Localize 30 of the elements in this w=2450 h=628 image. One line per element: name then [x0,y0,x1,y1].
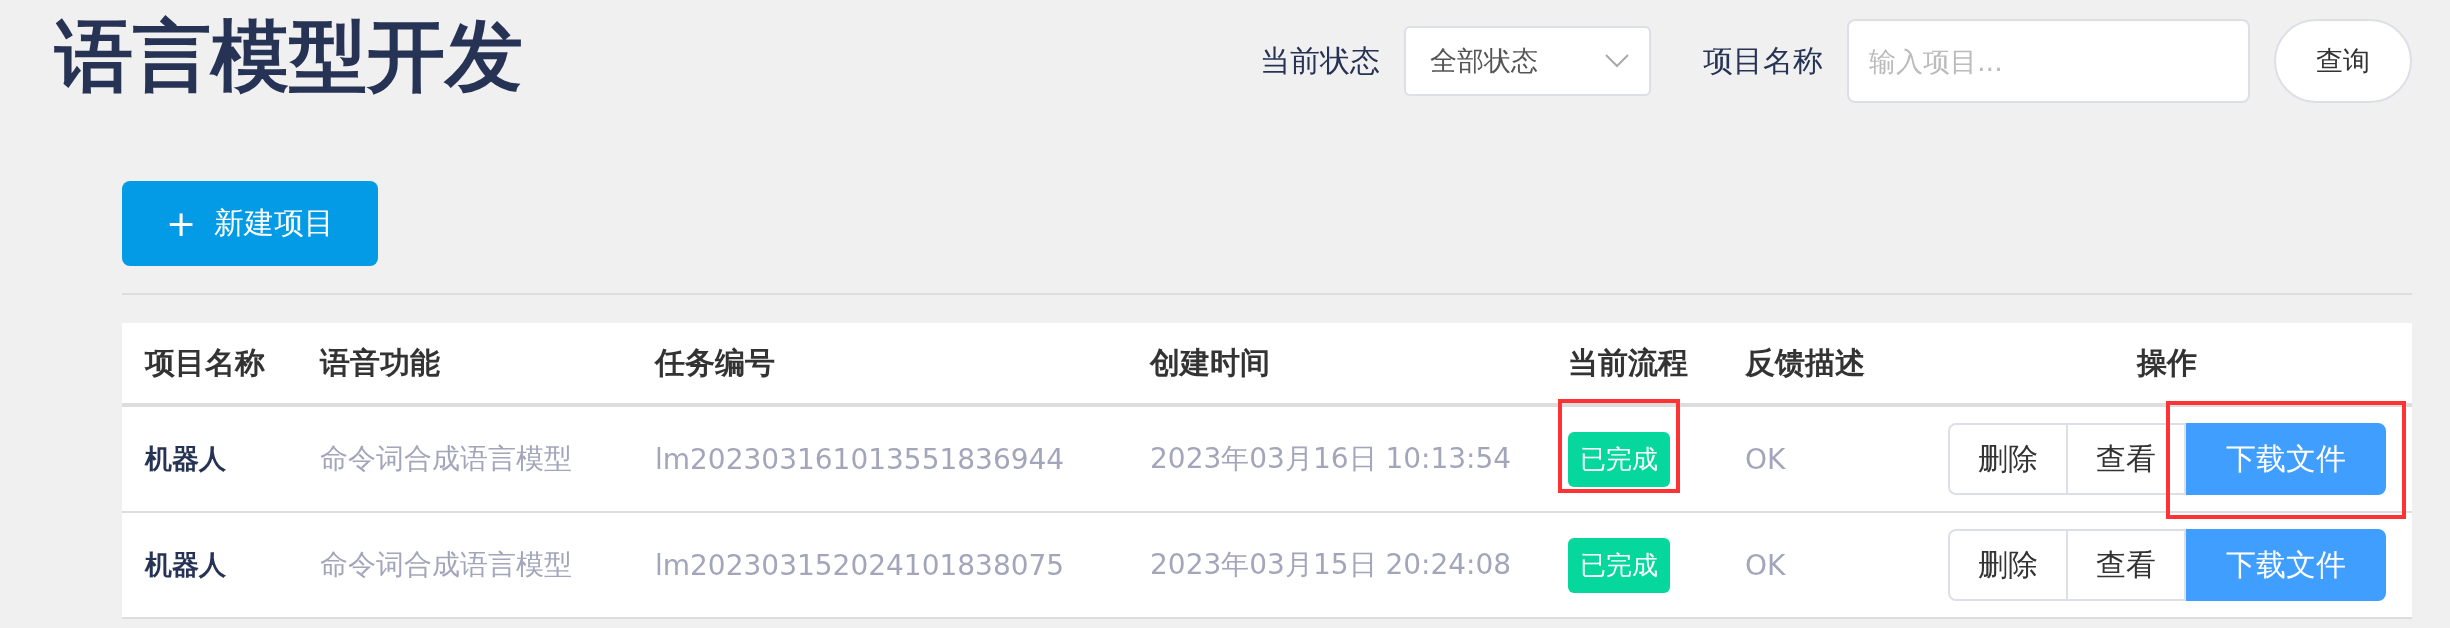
table-cell-text: 命令词合成语言模型 [320,547,573,583]
delete-button[interactable]: 删除 [1948,529,2068,601]
name-label: 项目名称 [1703,41,1823,80]
table-cell-text: lm202303161013551836944 [655,442,1066,476]
page-title: 语言模型开发 [55,10,523,103]
delete-button[interactable]: 删除 [1948,423,2068,495]
view-button[interactable]: 查看 [2068,529,2186,601]
column-header: 反馈描述 [1745,343,1866,382]
table-cell-text: 机器人 [143,442,227,476]
table-cell-text: lm202303152024101838075 [655,548,1066,582]
table-cell-text: OK [1745,548,1787,582]
view-button[interactable]: 查看 [2068,423,2186,495]
table-cell-text: 2023年03月15日 20:24:08 [1150,547,1513,583]
query-button[interactable]: 查询 [2274,19,2412,103]
status-badge: 已完成 [1568,537,1670,593]
project-name-field[interactable]: 输入项目... [1847,19,2250,103]
column-header: 语音功能 [320,343,441,382]
table-cell-text: OK [1745,442,1787,476]
column-header: 任务编号 [655,343,776,382]
table-cell-text: 2023年03月16日 10:13:54 [1150,441,1513,477]
column-header: 创建时间 [1150,343,1271,382]
table-cell-text: 命令词合成语言模型 [320,441,573,477]
chevron-down-icon [1605,54,1629,68]
status-label: 当前状态 [1260,41,1380,80]
status-badge: 已完成 [1568,431,1670,487]
column-header: 操作 [2137,343,2197,382]
table-cell-text: 机器人 [143,548,227,582]
column-header: 当前流程 [1568,343,1689,382]
column-header: 项目名称 [143,343,266,382]
status-select[interactable]: 全部状态 [1404,26,1651,96]
